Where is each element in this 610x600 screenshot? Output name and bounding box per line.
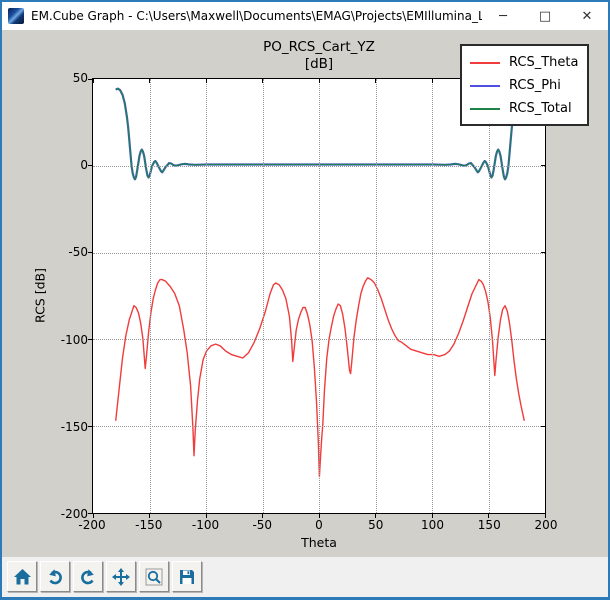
gridline-horizontal xyxy=(93,252,545,254)
x-tick-mark xyxy=(262,79,263,83)
pan-button[interactable] xyxy=(106,561,136,592)
plot-area xyxy=(88,78,546,518)
gridline-vertical xyxy=(262,79,264,513)
x-tick-label: 150 xyxy=(477,518,501,532)
gridline-vertical xyxy=(432,79,433,513)
save-button[interactable] xyxy=(172,561,202,592)
y-tick-mark xyxy=(88,512,93,514)
app-icon xyxy=(8,8,24,24)
y-tick-label: -100 xyxy=(60,332,88,347)
forward-button[interactable] xyxy=(73,561,103,592)
y-tick-label: -150 xyxy=(60,419,88,434)
series-RCS_Theta xyxy=(115,277,525,478)
back-arrow-icon xyxy=(49,568,62,584)
y-tick-label: -200 xyxy=(60,507,88,521)
window-title: EM.Cube Graph - C:\Users\Maxwell\Documen… xyxy=(31,9,482,23)
x-tick-label: 50 xyxy=(368,518,384,532)
y-tick-mark xyxy=(541,165,545,167)
y-tick-label: 50 xyxy=(72,71,88,85)
gridline-vertical xyxy=(319,79,320,513)
forward-arrow-icon xyxy=(81,568,94,584)
gridline-vertical xyxy=(206,79,207,513)
x-tick-label: 100 xyxy=(421,518,444,532)
gridline-horizontal xyxy=(93,165,545,167)
y-tick-label: -50 xyxy=(68,245,88,260)
legend-line-sample xyxy=(470,84,500,87)
save-floppy-icon xyxy=(180,569,194,584)
legend-entry: RCS_Phi xyxy=(470,74,579,97)
y-tick-mark xyxy=(88,165,93,167)
x-axis-label: Theta xyxy=(301,535,337,550)
titlebar: EM.Cube Graph - C:\Users\Maxwell\Documen… xyxy=(2,2,608,30)
gridline-vertical xyxy=(488,79,490,513)
y-tick-mark xyxy=(88,338,93,340)
legend-label: RCS_Phi xyxy=(509,78,561,93)
y-tick-mark xyxy=(88,78,93,80)
back-button[interactable] xyxy=(40,561,70,592)
x-tick-label: 0 xyxy=(315,518,323,532)
pan-move-icon xyxy=(112,567,130,586)
legend-line-sample xyxy=(470,107,500,110)
x-tick-label: -50 xyxy=(252,518,273,532)
home-button[interactable] xyxy=(7,561,37,592)
y-tick-mark xyxy=(541,512,545,514)
legend-entry: RCS_Total xyxy=(470,97,579,120)
legend-entry: RCS_Theta xyxy=(470,51,579,74)
x-tick-mark xyxy=(318,79,320,83)
plot-toolbar xyxy=(2,557,608,597)
app-window: EM.Cube Graph - C:\Users\Maxwell\Documen… xyxy=(0,0,610,600)
y-tick-mark xyxy=(541,338,545,340)
y-tick-mark xyxy=(88,425,93,427)
gridline-vertical xyxy=(149,79,151,513)
zoom-button[interactable] xyxy=(139,561,169,592)
gridline-vertical xyxy=(375,79,377,513)
figure-canvas: PO_RCS_Cart_YZ [dB] RCS [dB] Theta -200-… xyxy=(2,30,608,557)
x-tick-mark xyxy=(375,79,376,83)
x-tick-mark xyxy=(431,79,433,83)
y-tick-label: 0 xyxy=(80,158,88,173)
curves-layer xyxy=(115,87,525,478)
x-tick-mark xyxy=(149,79,150,83)
legend-label: RCS_Total xyxy=(509,101,572,116)
y-axis-label: RCS [dB] xyxy=(32,268,48,323)
legend-line-sample xyxy=(470,61,500,64)
zoom-magnifier-icon xyxy=(145,568,163,585)
x-tick-mark xyxy=(92,79,94,83)
gridline-horizontal xyxy=(93,339,545,341)
legend-label: RCS_Theta xyxy=(509,55,579,70)
maximize-button[interactable]: □ xyxy=(524,2,566,30)
legend: RCS_Theta RCS_Phi RCS_Total xyxy=(460,44,589,126)
minimize-button[interactable]: ─ xyxy=(482,2,524,30)
y-tick-mark xyxy=(541,425,545,427)
x-tick-label: -150 xyxy=(135,518,163,532)
y-tick-mark xyxy=(88,252,93,254)
home-icon xyxy=(13,568,31,584)
gridline-horizontal xyxy=(93,426,545,428)
x-tick-label: 200 xyxy=(534,518,558,532)
x-tick-label: -100 xyxy=(191,518,220,532)
x-tick-mark xyxy=(205,79,207,83)
close-button[interactable]: ✕ xyxy=(566,2,608,30)
y-tick-mark xyxy=(541,252,545,254)
